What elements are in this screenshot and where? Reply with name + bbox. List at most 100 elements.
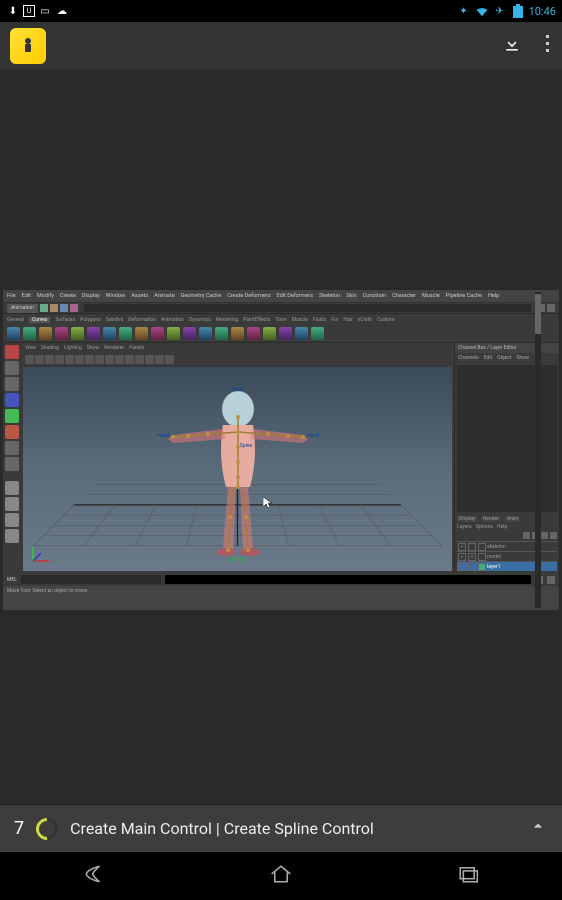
- menu-character[interactable]: Character: [392, 293, 416, 299]
- layer-ref-icon[interactable]: R: [468, 553, 476, 561]
- view-menu-shading[interactable]: Shading: [41, 345, 59, 351]
- ch-tab[interactable]: Show: [517, 355, 529, 361]
- shelf-tab[interactable]: Custom: [377, 317, 394, 323]
- home-button[interactable]: [267, 860, 295, 892]
- layer-tab-display[interactable]: Display: [457, 516, 477, 522]
- view-tool-icon[interactable]: [75, 355, 84, 364]
- shelf-icon[interactable]: [311, 327, 324, 340]
- ch-tab[interactable]: Edit: [484, 355, 492, 361]
- overflow-menu-button[interactable]: [546, 34, 552, 59]
- layer-ref-icon[interactable]: [468, 563, 476, 571]
- view-tool-icon[interactable]: [135, 355, 144, 364]
- app-icon[interactable]: [10, 28, 46, 64]
- shelf-icon[interactable]: [135, 327, 148, 340]
- shelf-icon[interactable]: [71, 327, 84, 340]
- menu-animate[interactable]: Animate: [154, 293, 175, 299]
- shelf-icon[interactable]: [167, 327, 180, 340]
- view-tool-icon[interactable]: [155, 355, 164, 364]
- shelf-icon[interactable]: [263, 327, 276, 340]
- menu-edit[interactable]: Edit: [22, 293, 31, 299]
- layer-row-selected[interactable]: layer1: [457, 561, 557, 571]
- command-field[interactable]: [84, 304, 531, 312]
- shelf-tab[interactable]: Animation: [161, 317, 184, 323]
- view-tool-icon[interactable]: [95, 355, 104, 364]
- layer-opt[interactable]: Help: [497, 524, 507, 530]
- view-menu-renderer[interactable]: Renderer: [104, 345, 124, 351]
- view-tool-icon[interactable]: [85, 355, 94, 364]
- layout-outliner-icon[interactable]: [5, 529, 19, 543]
- layer-color-icon[interactable]: [478, 543, 486, 551]
- view-tool-icon[interactable]: [145, 355, 154, 364]
- shelf-tab[interactable]: Polygons: [80, 317, 101, 323]
- recent-button[interactable]: [454, 860, 482, 892]
- move-tool-icon[interactable]: [5, 393, 19, 407]
- shelf-icon[interactable]: [119, 327, 132, 340]
- shelf-tab[interactable]: General: [7, 317, 24, 323]
- view-menu-lighting[interactable]: Lighting: [64, 345, 82, 351]
- menu-skin[interactable]: Skin: [346, 293, 356, 299]
- shelf-icon[interactable]: [279, 327, 292, 340]
- shelf-tab[interactable]: Dynamics: [189, 317, 211, 323]
- download-button[interactable]: [502, 34, 522, 59]
- shelf-icon[interactable]: [23, 327, 36, 340]
- menu-geometrycache[interactable]: Geometry Cache: [181, 293, 222, 299]
- layer-vis-icon[interactable]: [458, 563, 466, 571]
- menu-display[interactable]: Display: [82, 293, 100, 299]
- layer-tab-anim[interactable]: Anim: [505, 516, 521, 522]
- menu-createdeformers[interactable]: Create Deformers: [227, 293, 270, 299]
- layer-opt[interactable]: Layers: [457, 524, 472, 530]
- rotate-tool-icon[interactable]: [5, 409, 19, 423]
- layer-new-icon[interactable]: [550, 532, 557, 539]
- view-menu-view[interactable]: View: [25, 345, 36, 351]
- status-icon[interactable]: [60, 304, 68, 312]
- view-menu-show[interactable]: Show: [87, 345, 99, 351]
- menu-muscle[interactable]: Muscle: [422, 293, 440, 299]
- view-tool-icon[interactable]: [45, 355, 54, 364]
- shelf-icon[interactable]: [247, 327, 260, 340]
- menu-create[interactable]: Create: [60, 293, 76, 299]
- shelf-tab[interactable]: Toon: [275, 317, 286, 323]
- shelf-tab[interactable]: Rendering: [216, 317, 238, 323]
- status-icon[interactable]: [50, 304, 58, 312]
- layout-four-icon[interactable]: [5, 497, 19, 511]
- soft-tool-icon[interactable]: [5, 457, 19, 471]
- shelf-tab[interactable]: Subdivs: [106, 317, 124, 323]
- status-icon[interactable]: [40, 304, 48, 312]
- video-content-area[interactable]: File Edit Modify Create Display Window A…: [0, 70, 562, 830]
- lesson-step-bar[interactable]: 7 Create Main Control | Create Spline Co…: [0, 804, 562, 852]
- view-tool-icon[interactable]: [25, 355, 34, 364]
- layer-row[interactable]: Vskeleton: [457, 541, 557, 551]
- menu-file[interactable]: File: [7, 293, 16, 299]
- manip-tool-icon[interactable]: [5, 441, 19, 455]
- view-tool-icon[interactable]: [115, 355, 124, 364]
- view-tool-icon[interactable]: [125, 355, 134, 364]
- status-icon[interactable]: [547, 304, 555, 312]
- layer-color-icon[interactable]: [478, 563, 486, 571]
- view-tool-icon[interactable]: [55, 355, 64, 364]
- layer-vis-icon[interactable]: V: [458, 553, 466, 561]
- cmd-btn-icon[interactable]: [547, 576, 555, 584]
- status-icon[interactable]: [70, 304, 78, 312]
- shelf-icon[interactable]: [7, 327, 20, 340]
- shelf-tab[interactable]: Fluids: [313, 317, 326, 323]
- menu-modify[interactable]: Modify: [37, 293, 54, 299]
- lasso-tool-icon[interactable]: [5, 361, 19, 375]
- shelf-icon[interactable]: [183, 327, 196, 340]
- ch-tab[interactable]: Channels: [458, 355, 479, 361]
- menu-window[interactable]: Window: [106, 293, 126, 299]
- layer-color-icon[interactable]: [478, 553, 486, 561]
- shelf-icon[interactable]: [103, 327, 116, 340]
- view-tool-icon[interactable]: [165, 355, 174, 364]
- layout-persp-icon[interactable]: [5, 513, 19, 527]
- shelf-tab[interactable]: Deformation: [128, 317, 156, 323]
- layer-vis-icon[interactable]: V: [458, 543, 466, 551]
- shelf-icon[interactable]: [87, 327, 100, 340]
- shelf-icon[interactable]: [295, 327, 308, 340]
- shelf-icon[interactable]: [215, 327, 228, 340]
- menu-pipelinecache[interactable]: Pipeline Cache: [446, 293, 482, 299]
- layout-single-icon[interactable]: [5, 481, 19, 495]
- menu-help[interactable]: Help: [488, 293, 499, 299]
- shelf-tab[interactable]: Fur: [331, 317, 338, 323]
- view-tool-icon[interactable]: [105, 355, 114, 364]
- scrollbar-thumb[interactable]: [535, 294, 541, 334]
